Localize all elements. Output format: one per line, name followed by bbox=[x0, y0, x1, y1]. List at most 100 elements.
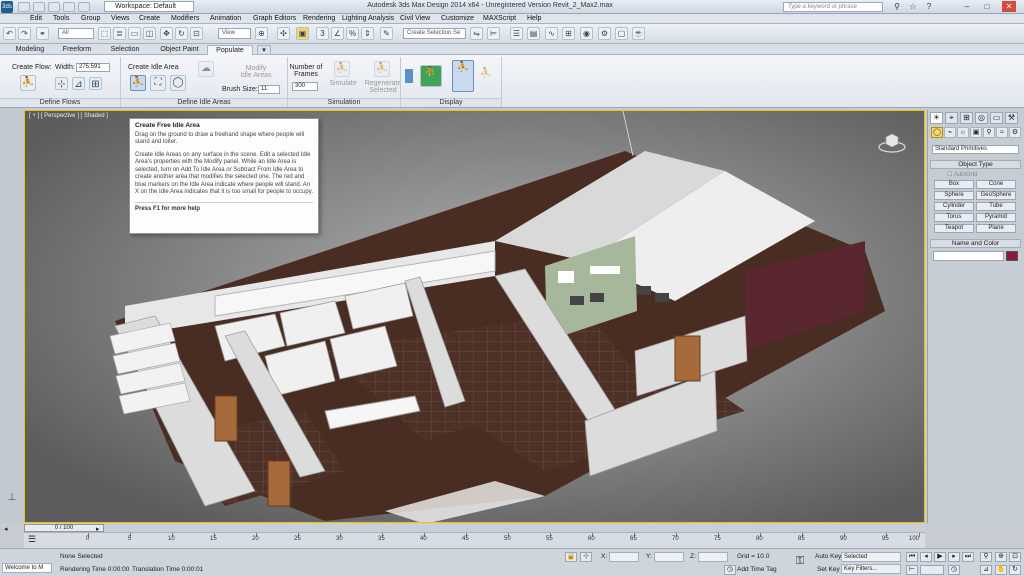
menu-customize[interactable]: Customize bbox=[441, 14, 474, 24]
move-icon[interactable]: ✥ bbox=[160, 27, 173, 40]
close-button[interactable]: ✕ bbox=[1002, 1, 1016, 12]
percent-snap-icon[interactable]: % bbox=[346, 27, 359, 40]
layer-manager-icon[interactable]: ☰ bbox=[510, 27, 523, 40]
rendered-frame-icon[interactable]: ▢ bbox=[615, 27, 628, 40]
spinner-snap-icon[interactable]: ⇕ bbox=[361, 27, 374, 40]
redo-icon[interactable] bbox=[78, 2, 90, 12]
cylinder-button[interactable]: Cylinder bbox=[934, 202, 974, 211]
menu-lighting-analysis[interactable]: Lighting Analysis bbox=[342, 14, 394, 24]
pyramid-button[interactable]: Pyramid bbox=[976, 213, 1016, 222]
menu-maxscript[interactable]: MAXScript bbox=[483, 14, 516, 24]
graphite-toggle-icon[interactable]: ▤ bbox=[527, 27, 540, 40]
curve-editor-icon[interactable]: ∿ bbox=[545, 27, 558, 40]
autogrid-checkbox[interactable]: ☐ AutoGrid bbox=[947, 171, 977, 178]
menu-graph-editors[interactable]: Graph Editors bbox=[253, 14, 296, 24]
torus-button[interactable]: Torus bbox=[934, 213, 974, 222]
menu-animation[interactable]: Animation bbox=[210, 14, 241, 24]
absolute-mode-icon[interactable]: ⊹ bbox=[580, 552, 592, 562]
save-file-icon[interactable] bbox=[48, 2, 60, 12]
pivot-icon[interactable]: ⊕ bbox=[255, 27, 268, 40]
reference-coordinate-dropdown[interactable]: View bbox=[218, 28, 251, 39]
field-of-view-icon[interactable]: ⊿ bbox=[980, 565, 992, 575]
next-frame-icon[interactable]: ▸ bbox=[948, 552, 960, 562]
create-circle-idle-area-icon[interactable]: ◯ bbox=[170, 75, 186, 91]
named-selection-set-dropdown[interactable]: Create Selection Se bbox=[403, 28, 466, 39]
key-icon[interactable]: ⚿ bbox=[793, 555, 807, 569]
create-free-idle-area-icon[interactable]: ⛹ bbox=[130, 75, 146, 91]
ribbon-options-icon[interactable]: ▾ bbox=[257, 45, 271, 55]
lock-selection-icon[interactable]: 🔒 bbox=[565, 552, 577, 562]
motion-panel-icon[interactable]: ◎ bbox=[975, 112, 988, 124]
star-icon[interactable]: ☆ bbox=[906, 1, 920, 12]
previous-frame-icon[interactable]: ◂ bbox=[920, 552, 932, 562]
primitive-type-dropdown[interactable]: Standard Primitives bbox=[932, 145, 1019, 154]
snaps-icon[interactable]: 3 bbox=[316, 27, 329, 40]
undo-icon[interactable] bbox=[63, 2, 75, 12]
viewport-label[interactable]: [ + ] [ Perspective ] [ Shaded ] bbox=[29, 113, 108, 119]
search-input[interactable]: Type a keyword or phrase bbox=[783, 2, 883, 12]
width-input[interactable]: 275.591 bbox=[76, 63, 110, 72]
box-button[interactable]: Box bbox=[934, 180, 974, 189]
tab-modeling[interactable]: Modeling bbox=[5, 45, 55, 55]
material-editor-icon[interactable]: ◉ bbox=[580, 27, 593, 40]
menu-rendering[interactable]: Rendering bbox=[303, 14, 335, 24]
mirror-icon[interactable]: ⇋ bbox=[470, 27, 483, 40]
keyboard-shortcut-icon[interactable]: ▣ bbox=[296, 27, 309, 40]
selection-filter-dropdown[interactable]: All bbox=[58, 28, 94, 39]
tube-button[interactable]: Tube bbox=[976, 202, 1016, 211]
tab-selection[interactable]: Selection bbox=[104, 45, 146, 55]
time-tag-icon[interactable]: ◷ bbox=[724, 565, 736, 575]
go-to-start-icon[interactable]: ⏮ bbox=[906, 552, 918, 562]
plane-button[interactable]: Plane bbox=[976, 224, 1016, 233]
object-color-swatch[interactable] bbox=[1006, 251, 1018, 261]
object-type-rollout[interactable]: Object Type bbox=[930, 160, 1021, 169]
selected-dropdown[interactable]: Selected bbox=[841, 552, 901, 562]
modify-panel-icon[interactable]: ⌖ bbox=[945, 112, 958, 124]
go-to-end-icon[interactable]: ⏭ bbox=[962, 552, 974, 562]
menu-edit[interactable]: Edit bbox=[30, 14, 42, 24]
zoom-all-icon[interactable]: ⊕ bbox=[995, 552, 1007, 562]
zoom-extents-icon[interactable]: ⊡ bbox=[1009, 552, 1021, 562]
space-warps-icon[interactable]: ≈ bbox=[996, 127, 1008, 138]
rotate-icon[interactable]: ↻ bbox=[175, 27, 188, 40]
name-and-color-rollout[interactable]: Name and Color bbox=[930, 239, 1021, 248]
menu-group[interactable]: Group bbox=[81, 14, 100, 24]
add-time-tag[interactable]: Add Time Tag bbox=[737, 566, 777, 573]
menu-create[interactable]: Create bbox=[139, 14, 160, 24]
window-crossing-icon[interactable]: ◫ bbox=[143, 27, 156, 40]
select-manipulate-icon[interactable]: ✣ bbox=[277, 27, 290, 40]
brush-size-input[interactable]: 11 bbox=[258, 85, 280, 94]
info-center-icon[interactable]: ⚲ bbox=[890, 1, 904, 12]
undo-icon[interactable]: ↶ bbox=[3, 27, 16, 40]
teapot-button[interactable]: Teapot bbox=[934, 224, 974, 233]
menu-tools[interactable]: Tools bbox=[53, 14, 69, 24]
geosphere-button[interactable]: GeoSphere bbox=[976, 191, 1016, 200]
angle-snap-icon[interactable]: ∠ bbox=[331, 27, 344, 40]
flow-segment-icon[interactable]: ⊹ bbox=[55, 77, 68, 90]
key-mode-icon[interactable]: ⊢ bbox=[906, 565, 918, 575]
z-coord-input[interactable] bbox=[698, 552, 728, 562]
helpers-icon[interactable]: ⚲ bbox=[983, 127, 995, 138]
new-file-icon[interactable] bbox=[18, 2, 30, 12]
app-logo-icon[interactable]: 3ds bbox=[1, 1, 13, 13]
display-panel-icon[interactable]: ▭ bbox=[990, 112, 1003, 124]
scale-icon[interactable]: ⊡ bbox=[190, 27, 203, 40]
shapes-icon[interactable]: ⌁ bbox=[944, 127, 956, 138]
redo-icon[interactable]: ↷ bbox=[18, 27, 31, 40]
trackbar-menu-icon[interactable]: ☰ bbox=[28, 534, 36, 545]
time-slider-track[interactable] bbox=[24, 524, 925, 532]
menu-civil-view[interactable]: Civil View bbox=[400, 14, 430, 24]
geometry-icon[interactable]: ◯ bbox=[931, 127, 943, 138]
viewcube-icon[interactable] bbox=[878, 131, 906, 153]
current-frame-spinner[interactable] bbox=[920, 565, 944, 575]
set-key-button[interactable]: Set Key bbox=[817, 566, 840, 573]
display-hidden-icon[interactable]: ⛹ bbox=[478, 67, 494, 83]
schematic-view-icon[interactable]: ⊞ bbox=[562, 27, 575, 40]
cameras-icon[interactable]: ▣ bbox=[970, 127, 982, 138]
display-mode-icon[interactable]: ⛹ bbox=[452, 60, 474, 92]
tab-freeform[interactable]: Freeform bbox=[56, 45, 98, 55]
minimize-button[interactable]: – bbox=[960, 1, 974, 12]
timeline-left-arrow-icon[interactable]: ◂ bbox=[4, 525, 8, 533]
auto-key-button[interactable]: Auto Key bbox=[815, 553, 841, 560]
edit-named-selection-icon[interactable]: ✎ bbox=[380, 27, 393, 40]
